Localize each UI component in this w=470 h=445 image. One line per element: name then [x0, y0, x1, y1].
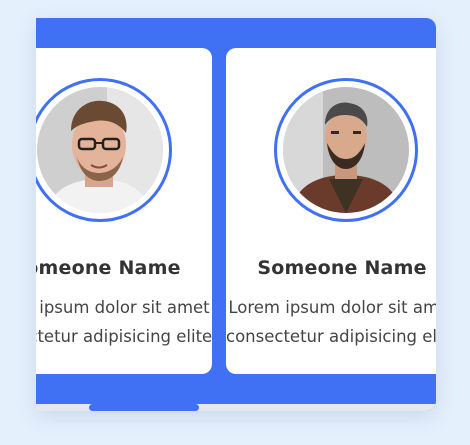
profile-card: Someone Name Lorem ipsum dolor sit amet … [36, 48, 212, 374]
card-description-line: Lorem ipsum dolor sit amet [228, 298, 436, 317]
card-description-line: consectetur adipisicing elite. [226, 327, 436, 346]
avatar-photo-man-beard-jacket [283, 87, 409, 213]
testimonial-slider[interactable]: Someone Name Lorem ipsum dolor sit amet … [36, 18, 436, 411]
profile-card: Someone Name Lorem ipsum dolor sit amet … [226, 48, 436, 374]
horizontal-scrollbar-thumb[interactable] [89, 404, 199, 411]
avatar-ring [36, 78, 172, 222]
avatar [37, 87, 163, 213]
avatar-ring [274, 78, 418, 222]
card-description: Lorem ipsum dolor sit amet consectetur a… [226, 293, 436, 351]
card-description: Lorem ipsum dolor sit amet consectetur a… [36, 293, 212, 351]
card-name: Someone Name [257, 257, 427, 279]
card-name: Someone Name [36, 257, 181, 279]
card-description-line: Lorem ipsum dolor sit amet [36, 298, 210, 317]
avatar [283, 87, 409, 213]
avatar-photo-man-glasses [37, 87, 163, 213]
card-description-line: consectetur adipisicing elite. [36, 327, 212, 346]
